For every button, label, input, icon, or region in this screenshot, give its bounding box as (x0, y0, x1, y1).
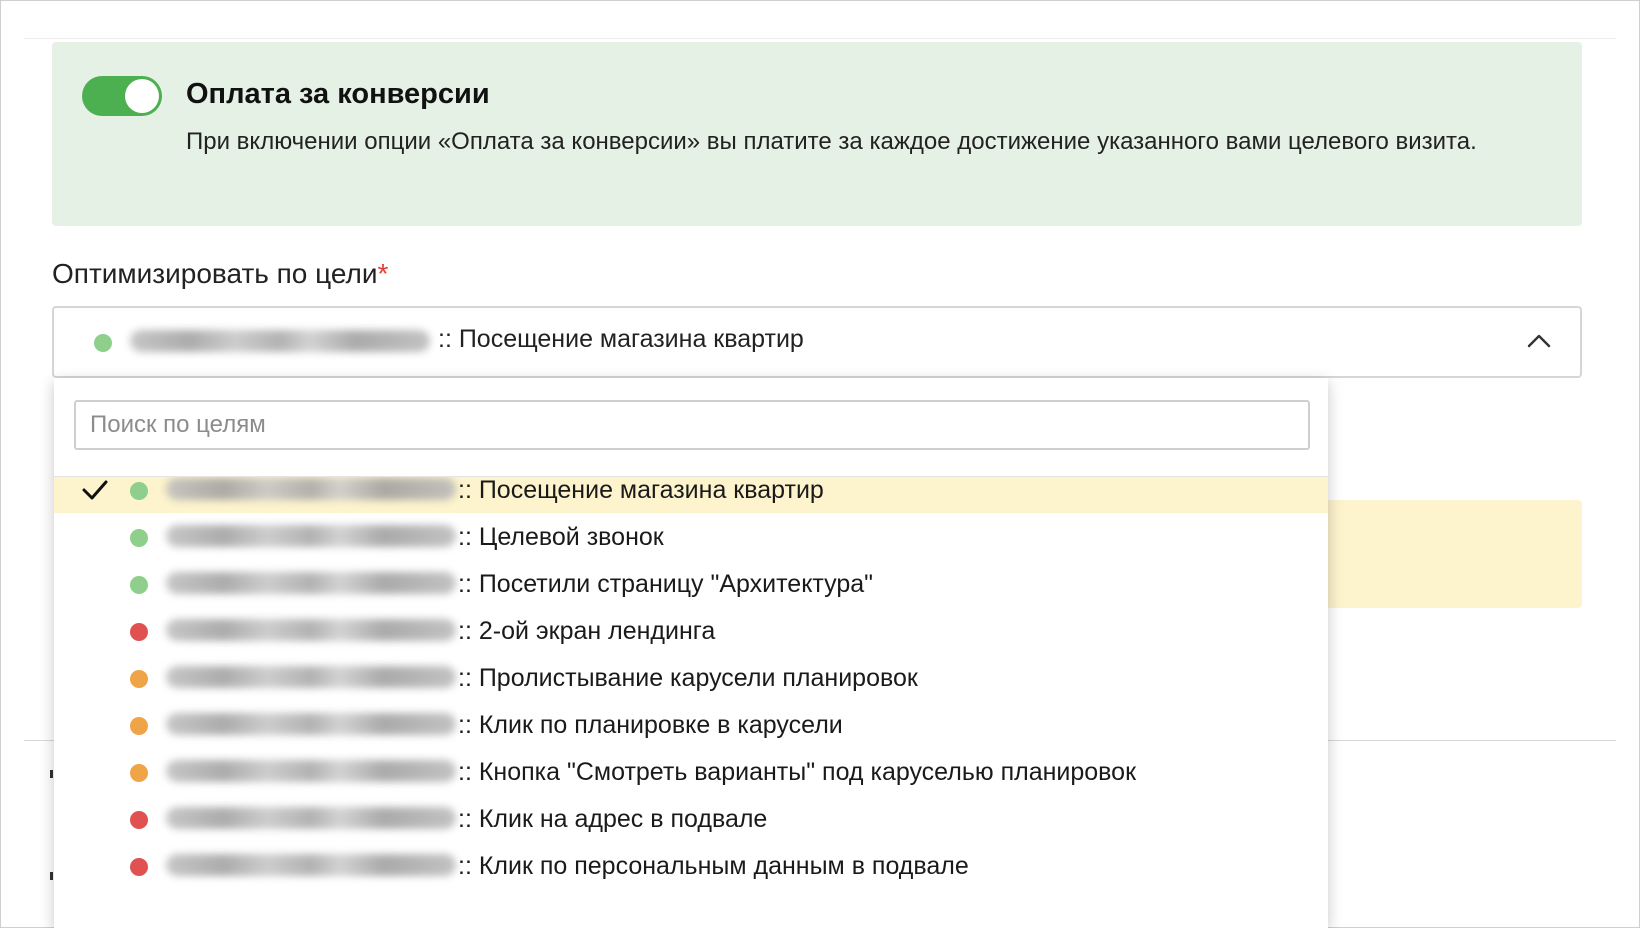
goal-search-container (54, 378, 1328, 477)
conversion-toggle[interactable] (82, 76, 162, 116)
goal-option-label: :: Клик по персональным данным в подвале (458, 852, 969, 880)
goal-option[interactable]: :: Клик на адрес в подвале (54, 796, 1328, 842)
goal-option-label: :: Целевой звонок (458, 523, 664, 551)
goal-option-label: :: Клик на адрес в подвале (458, 805, 768, 833)
goal-status-dot (94, 334, 112, 352)
goal-status-dot (130, 858, 148, 876)
conversion-panel: Оплата за конверсии При включении опции … (52, 42, 1582, 226)
background-text-fragment (50, 770, 53, 778)
goal-status-dot (130, 764, 148, 782)
blurred-counter-name (166, 760, 456, 782)
goal-status-dot (130, 576, 148, 594)
blurred-counter-name (166, 619, 456, 641)
blurred-counter-name (166, 807, 456, 829)
goal-option[interactable]: :: Целевой звонок (54, 514, 1328, 560)
chevron-up-icon[interactable] (1526, 328, 1552, 354)
blurred-counter-name (166, 713, 456, 735)
checkmark-icon (82, 480, 108, 500)
blurred-counter-name (130, 330, 430, 352)
goal-status-dot (130, 717, 148, 735)
goal-status-dot (130, 482, 148, 500)
blurred-counter-name (166, 854, 456, 876)
goal-option-label: :: Посетили страницу "Архитектура" (458, 570, 874, 598)
goal-search-input[interactable] (74, 400, 1310, 450)
goal-option-label: :: Пролистывание карусели планировок (458, 664, 918, 692)
goal-option-label: :: Посещение магазина квартир (458, 476, 824, 504)
goal-dropdown: :: Квартира забронирована/email подтверж… (54, 378, 1328, 928)
goal-field-label: Оптимизировать по цели* (52, 258, 388, 290)
goal-option[interactable]: :: 2-ой экран лендинга (54, 608, 1328, 654)
goal-status-dot (130, 811, 148, 829)
goal-status-dot (130, 623, 148, 641)
conversion-description: При включении опции «Оплата за конверсии… (186, 128, 1477, 155)
goal-option[interactable]: :: Кнопка "Смотреть варианты" под карусе… (54, 749, 1328, 795)
goal-option-label: :: Кнопка "Смотреть варианты" под карусе… (458, 758, 1137, 786)
toggle-knob (125, 79, 159, 113)
goal-label-text: Оптимизировать по цели (52, 258, 378, 289)
top-divider (24, 38, 1616, 39)
goal-status-dot (130, 670, 148, 688)
background-notice-panel (1326, 500, 1582, 608)
goal-option[interactable]: :: Посетили страницу "Архитектура" (54, 561, 1328, 607)
blurred-counter-name (166, 525, 456, 547)
blurred-counter-name (166, 572, 456, 594)
goal-option-label: :: 2-ой экран лендинга (458, 617, 716, 645)
conversion-title: Оплата за конверсии (186, 78, 490, 110)
blurred-counter-name (166, 666, 456, 688)
blurred-counter-name (166, 478, 456, 500)
selected-goal-text: :: Посещение магазина квартир (438, 325, 804, 353)
goal-option-label: :: Клик по планировке в карусели (458, 711, 843, 739)
goal-status-dot (130, 529, 148, 547)
goal-select[interactable]: :: Посещение магазина квартир (52, 306, 1582, 378)
goal-option[interactable]: :: Пролистывание карусели планировок (54, 655, 1328, 701)
background-text-fragment (50, 872, 53, 880)
goal-option[interactable]: :: Клик по персональным данным в подвале (54, 843, 1328, 889)
required-mark: * (377, 258, 389, 289)
goal-option[interactable]: :: Клик по планировке в карусели (54, 702, 1328, 748)
